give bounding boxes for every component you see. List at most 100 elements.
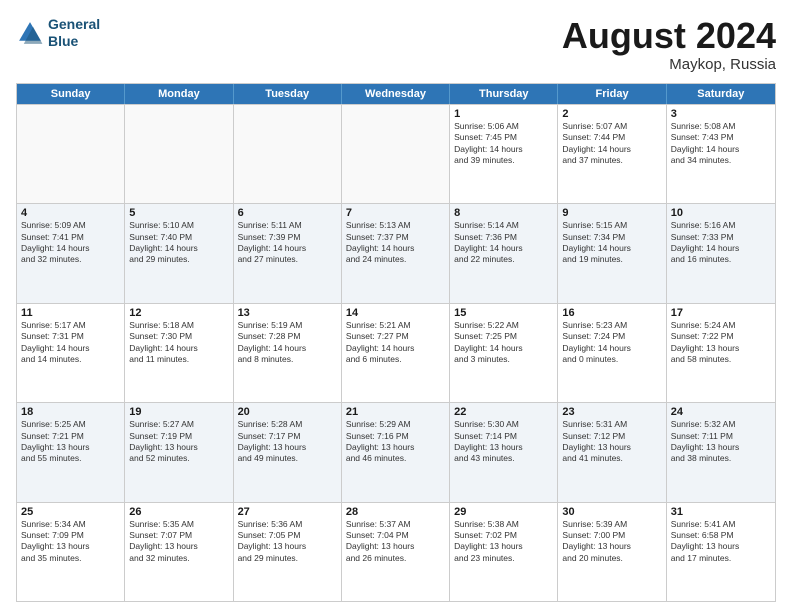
day-number: 1 [454, 108, 553, 120]
day-info: Sunrise: 5:14 AM Sunset: 7:36 PM Dayligh… [454, 220, 553, 266]
calendar-day-26: 26Sunrise: 5:35 AM Sunset: 7:07 PM Dayli… [125, 503, 233, 601]
calendar-row-3: 11Sunrise: 5:17 AM Sunset: 7:31 PM Dayli… [17, 303, 775, 402]
day-info: Sunrise: 5:07 AM Sunset: 7:44 PM Dayligh… [562, 121, 661, 167]
day-number: 27 [238, 506, 337, 518]
calendar-day-4: 4Sunrise: 5:09 AM Sunset: 7:41 PM Daylig… [17, 204, 125, 302]
title-block: August 2024 Maykop, Russia [562, 16, 776, 73]
day-number: 30 [562, 506, 661, 518]
calendar-day-24: 24Sunrise: 5:32 AM Sunset: 7:11 PM Dayli… [667, 403, 775, 501]
day-number: 3 [671, 108, 771, 120]
day-number: 11 [21, 307, 120, 319]
day-info: Sunrise: 5:06 AM Sunset: 7:45 PM Dayligh… [454, 121, 553, 167]
day-info: Sunrise: 5:10 AM Sunset: 7:40 PM Dayligh… [129, 220, 228, 266]
calendar: SundayMondayTuesdayWednesdayThursdayFrid… [16, 83, 776, 602]
day-info: Sunrise: 5:28 AM Sunset: 7:17 PM Dayligh… [238, 419, 337, 465]
calendar-day-18: 18Sunrise: 5:25 AM Sunset: 7:21 PM Dayli… [17, 403, 125, 501]
day-info: Sunrise: 5:37 AM Sunset: 7:04 PM Dayligh… [346, 519, 445, 565]
calendar-day-21: 21Sunrise: 5:29 AM Sunset: 7:16 PM Dayli… [342, 403, 450, 501]
day-info: Sunrise: 5:13 AM Sunset: 7:37 PM Dayligh… [346, 220, 445, 266]
calendar-day-27: 27Sunrise: 5:36 AM Sunset: 7:05 PM Dayli… [234, 503, 342, 601]
day-number: 2 [562, 108, 661, 120]
day-number: 14 [346, 307, 445, 319]
header-day-sunday: Sunday [17, 84, 125, 104]
day-number: 17 [671, 307, 771, 319]
header-day-friday: Friday [558, 84, 666, 104]
day-number: 31 [671, 506, 771, 518]
calendar-day-20: 20Sunrise: 5:28 AM Sunset: 7:17 PM Dayli… [234, 403, 342, 501]
calendar-day-empty [125, 105, 233, 203]
calendar-day-29: 29Sunrise: 5:38 AM Sunset: 7:02 PM Dayli… [450, 503, 558, 601]
calendar-day-12: 12Sunrise: 5:18 AM Sunset: 7:30 PM Dayli… [125, 304, 233, 402]
calendar-day-10: 10Sunrise: 5:16 AM Sunset: 7:33 PM Dayli… [667, 204, 775, 302]
day-number: 10 [671, 207, 771, 219]
calendar-day-28: 28Sunrise: 5:37 AM Sunset: 7:04 PM Dayli… [342, 503, 450, 601]
day-info: Sunrise: 5:34 AM Sunset: 7:09 PM Dayligh… [21, 519, 120, 565]
day-info: Sunrise: 5:09 AM Sunset: 7:41 PM Dayligh… [21, 220, 120, 266]
day-number: 6 [238, 207, 337, 219]
day-number: 5 [129, 207, 228, 219]
logo: General Blue [16, 16, 100, 50]
day-number: 26 [129, 506, 228, 518]
day-number: 21 [346, 406, 445, 418]
day-info: Sunrise: 5:16 AM Sunset: 7:33 PM Dayligh… [671, 220, 771, 266]
calendar-day-30: 30Sunrise: 5:39 AM Sunset: 7:00 PM Dayli… [558, 503, 666, 601]
calendar-day-empty [342, 105, 450, 203]
day-number: 23 [562, 406, 661, 418]
day-number: 20 [238, 406, 337, 418]
calendar-day-17: 17Sunrise: 5:24 AM Sunset: 7:22 PM Dayli… [667, 304, 775, 402]
day-number: 4 [21, 207, 120, 219]
day-info: Sunrise: 5:25 AM Sunset: 7:21 PM Dayligh… [21, 419, 120, 465]
calendar-day-11: 11Sunrise: 5:17 AM Sunset: 7:31 PM Dayli… [17, 304, 125, 402]
day-info: Sunrise: 5:22 AM Sunset: 7:25 PM Dayligh… [454, 320, 553, 366]
day-info: Sunrise: 5:11 AM Sunset: 7:39 PM Dayligh… [238, 220, 337, 266]
calendar-day-8: 8Sunrise: 5:14 AM Sunset: 7:36 PM Daylig… [450, 204, 558, 302]
header-day-thursday: Thursday [450, 84, 558, 104]
calendar-day-2: 2Sunrise: 5:07 AM Sunset: 7:44 PM Daylig… [558, 105, 666, 203]
day-number: 22 [454, 406, 553, 418]
day-info: Sunrise: 5:19 AM Sunset: 7:28 PM Dayligh… [238, 320, 337, 366]
header-day-wednesday: Wednesday [342, 84, 450, 104]
header-day-tuesday: Tuesday [234, 84, 342, 104]
calendar-row-5: 25Sunrise: 5:34 AM Sunset: 7:09 PM Dayli… [17, 502, 775, 601]
calendar-body: 1Sunrise: 5:06 AM Sunset: 7:45 PM Daylig… [17, 104, 775, 601]
calendar-day-9: 9Sunrise: 5:15 AM Sunset: 7:34 PM Daylig… [558, 204, 666, 302]
day-info: Sunrise: 5:29 AM Sunset: 7:16 PM Dayligh… [346, 419, 445, 465]
calendar-day-7: 7Sunrise: 5:13 AM Sunset: 7:37 PM Daylig… [342, 204, 450, 302]
day-info: Sunrise: 5:27 AM Sunset: 7:19 PM Dayligh… [129, 419, 228, 465]
day-info: Sunrise: 5:31 AM Sunset: 7:12 PM Dayligh… [562, 419, 661, 465]
calendar-day-16: 16Sunrise: 5:23 AM Sunset: 7:24 PM Dayli… [558, 304, 666, 402]
day-info: Sunrise: 5:32 AM Sunset: 7:11 PM Dayligh… [671, 419, 771, 465]
calendar-header: SundayMondayTuesdayWednesdayThursdayFrid… [17, 84, 775, 104]
day-info: Sunrise: 5:17 AM Sunset: 7:31 PM Dayligh… [21, 320, 120, 366]
day-number: 8 [454, 207, 553, 219]
day-info: Sunrise: 5:08 AM Sunset: 7:43 PM Dayligh… [671, 121, 771, 167]
logo-text: General Blue [48, 16, 100, 50]
day-info: Sunrise: 5:39 AM Sunset: 7:00 PM Dayligh… [562, 519, 661, 565]
calendar-day-empty [234, 105, 342, 203]
day-number: 25 [21, 506, 120, 518]
day-number: 16 [562, 307, 661, 319]
calendar-row-2: 4Sunrise: 5:09 AM Sunset: 7:41 PM Daylig… [17, 203, 775, 302]
day-number: 28 [346, 506, 445, 518]
day-number: 24 [671, 406, 771, 418]
page-header: General Blue August 2024 Maykop, Russia [16, 16, 776, 73]
calendar-day-19: 19Sunrise: 5:27 AM Sunset: 7:19 PM Dayli… [125, 403, 233, 501]
calendar-day-14: 14Sunrise: 5:21 AM Sunset: 7:27 PM Dayli… [342, 304, 450, 402]
day-info: Sunrise: 5:35 AM Sunset: 7:07 PM Dayligh… [129, 519, 228, 565]
calendar-title: August 2024 [562, 16, 776, 56]
header-day-monday: Monday [125, 84, 233, 104]
calendar-day-22: 22Sunrise: 5:30 AM Sunset: 7:14 PM Dayli… [450, 403, 558, 501]
calendar-day-23: 23Sunrise: 5:31 AM Sunset: 7:12 PM Dayli… [558, 403, 666, 501]
day-info: Sunrise: 5:38 AM Sunset: 7:02 PM Dayligh… [454, 519, 553, 565]
calendar-day-empty [17, 105, 125, 203]
calendar-day-15: 15Sunrise: 5:22 AM Sunset: 7:25 PM Dayli… [450, 304, 558, 402]
calendar-day-3: 3Sunrise: 5:08 AM Sunset: 7:43 PM Daylig… [667, 105, 775, 203]
day-number: 13 [238, 307, 337, 319]
day-info: Sunrise: 5:18 AM Sunset: 7:30 PM Dayligh… [129, 320, 228, 366]
calendar-day-25: 25Sunrise: 5:34 AM Sunset: 7:09 PM Dayli… [17, 503, 125, 601]
calendar-row-4: 18Sunrise: 5:25 AM Sunset: 7:21 PM Dayli… [17, 402, 775, 501]
logo-icon [16, 19, 44, 47]
calendar-day-1: 1Sunrise: 5:06 AM Sunset: 7:45 PM Daylig… [450, 105, 558, 203]
calendar-day-6: 6Sunrise: 5:11 AM Sunset: 7:39 PM Daylig… [234, 204, 342, 302]
day-info: Sunrise: 5:30 AM Sunset: 7:14 PM Dayligh… [454, 419, 553, 465]
